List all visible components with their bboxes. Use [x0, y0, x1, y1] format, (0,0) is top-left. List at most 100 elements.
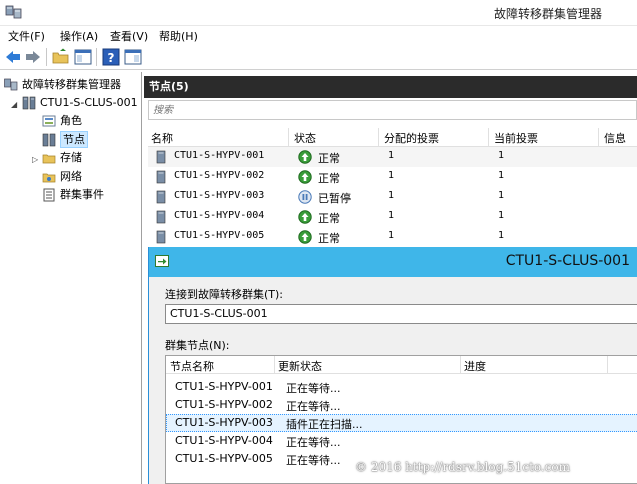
update-node-status: 正在等待... — [286, 400, 341, 413]
networks-icon — [42, 173, 56, 183]
col-info[interactable]: 信息 — [604, 130, 626, 146]
current-votes: 1 — [498, 190, 505, 201]
assigned-votes: 1 — [388, 190, 395, 201]
cluster-manager-icon — [4, 78, 18, 91]
update-node-status: 正在等待... — [286, 436, 341, 449]
storage-icon — [42, 154, 56, 164]
folder-up-icon[interactable] — [52, 48, 70, 66]
status-paused-icon — [298, 190, 312, 204]
list-item[interactable]: CTU1-S-HYPV-001 正在等待... — [166, 378, 637, 396]
node-name: CTU1-S-HYPV-001 — [174, 150, 265, 161]
update-node-name: CTU1-S-HYPV-001 — [175, 380, 273, 393]
status-up-icon — [298, 230, 312, 244]
status-up-icon — [298, 210, 312, 224]
list-item[interactable]: CTU1-S-HYPV-002 正在等待... — [166, 396, 637, 414]
update-node-name: CTU1-S-HYPV-003 — [175, 416, 273, 429]
window-title: 故障转移群集管理器 — [493, 7, 602, 21]
server-icon — [156, 230, 166, 244]
assigned-votes: 1 — [388, 150, 395, 161]
current-votes: 1 — [498, 230, 505, 241]
toolbar-separator — [46, 48, 47, 66]
cluster-update-icon — [155, 255, 169, 267]
svg-text:?: ? — [108, 51, 115, 65]
cluster-nodes-label: 群集节点(N): — [165, 339, 230, 352]
col-update-status[interactable]: 更新状态 — [278, 358, 322, 374]
nodes-grid-header: 名称 状态 分配的投票 当前投票 信息 — [148, 127, 637, 147]
node-name: CTU1-S-HYPV-003 — [174, 190, 265, 201]
help-icon[interactable]: ? — [102, 48, 120, 66]
table-row[interactable]: CTU1-S-HYPV-005 正常 1 1 — [148, 227, 637, 247]
menu-action[interactable]: 操作(A) — [60, 28, 98, 44]
menu-view[interactable]: 查看(V) — [110, 28, 148, 44]
dialog-title: CTU1-S-CLUS-001 — [505, 253, 630, 269]
column-divider[interactable] — [274, 356, 275, 374]
menu-bar: 文件(F) 操作(A) 查看(V) 帮助(H) — [0, 26, 637, 44]
table-row[interactable]: CTU1-S-HYPV-002 正常 1 1 — [148, 167, 637, 187]
server-icon — [156, 210, 166, 224]
assigned-votes: 1 — [388, 170, 395, 181]
server-icon — [156, 150, 166, 164]
menu-file[interactable]: 文件(F) — [8, 28, 45, 44]
cluster-events-icon — [43, 188, 55, 202]
table-row[interactable]: CTU1-S-HYPV-004 正常 1 1 — [148, 207, 637, 227]
update-node-name: CTU1-S-HYPV-005 — [175, 452, 273, 465]
column-divider[interactable] — [378, 128, 379, 146]
current-votes: 1 — [498, 170, 505, 181]
expanded-arrow-icon[interactable]: ◢ — [11, 100, 17, 109]
menu-help[interactable]: 帮助(H) — [159, 28, 198, 44]
back-arrow-icon[interactable] — [4, 48, 22, 66]
column-divider[interactable] — [460, 356, 461, 374]
connect-cluster-field[interactable]: CTU1-S-CLUS-001 — [165, 304, 637, 324]
node-status: 已暂停 — [318, 192, 351, 205]
update-node-status: 正在等待... — [286, 382, 341, 395]
column-divider[interactable] — [607, 356, 608, 374]
watermark: © 2016 http://rdsrv.blog.51cto.com — [355, 460, 571, 474]
status-up-icon — [298, 150, 312, 164]
collapsed-arrow-icon[interactable]: ▷ — [32, 155, 38, 164]
toolbar-separator — [96, 48, 97, 66]
col-progress[interactable]: 进度 — [464, 358, 486, 374]
column-divider[interactable] — [488, 128, 489, 146]
toolbar: ? — [0, 44, 637, 70]
search-input[interactable] — [149, 101, 636, 119]
search-box[interactable] — [148, 100, 637, 120]
assigned-votes: 1 — [388, 230, 395, 241]
cluster-nodes-list-header: 节点名称 更新状态 进度 — [166, 356, 637, 374]
node-status: 正常 — [318, 172, 340, 185]
current-votes: 1 — [498, 150, 505, 161]
list-item[interactable]: CTU1-S-HYPV-004 正在等待... — [166, 432, 637, 450]
cluster-update-dialog: CTU1-S-CLUS-001 连接到故障转移群集(T): CTU1-S-CLU… — [148, 247, 637, 484]
server-icon — [156, 190, 166, 204]
col-current-votes[interactable]: 当前投票 — [494, 130, 538, 146]
tree-item-cluster-events-label: 群集事件 — [60, 188, 104, 201]
col-name[interactable]: 名称 — [151, 130, 173, 146]
col-assigned-votes[interactable]: 分配的投票 — [384, 130, 439, 146]
node-name: CTU1-S-HYPV-005 — [174, 230, 265, 241]
node-status: 正常 — [318, 212, 340, 225]
tree-item-nodes-label: 节点 — [60, 131, 88, 148]
nodes-header: 节点(5) — [144, 76, 637, 98]
list-item-selected[interactable]: CTU1-S-HYPV-003 插件正在扫描... — [166, 414, 637, 432]
tree-item-roles-label: 角色 — [60, 114, 82, 127]
show-action-pane-icon[interactable] — [124, 48, 142, 66]
assigned-votes: 1 — [388, 210, 395, 221]
col-status[interactable]: 状态 — [294, 130, 316, 146]
update-node-status: 插件正在扫描... — [286, 418, 363, 431]
col-node-name[interactable]: 节点名称 — [170, 358, 214, 374]
server-icon — [156, 170, 166, 184]
nodes-icon — [42, 133, 56, 147]
show-hide-console-tree-icon[interactable] — [74, 48, 92, 66]
table-row[interactable]: CTU1-S-HYPV-001 正常 1 1 — [148, 147, 637, 167]
tree-root-label: 故障转移群集管理器 — [22, 78, 121, 91]
forward-arrow-icon[interactable] — [24, 48, 42, 66]
dialog-body: 连接到故障转移群集(T): CTU1-S-CLUS-001 群集节点(N): 节… — [149, 277, 637, 484]
node-status: 正常 — [318, 152, 340, 165]
column-divider[interactable] — [288, 128, 289, 146]
dialog-title-bar[interactable]: CTU1-S-CLUS-001 — [149, 247, 637, 277]
node-status: 正常 — [318, 232, 340, 245]
node-name: CTU1-S-HYPV-004 — [174, 210, 265, 221]
column-divider[interactable] — [598, 128, 599, 146]
tree-cluster-label: CTU1-S-CLUS-001 — [40, 96, 138, 109]
table-row[interactable]: CTU1-S-HYPV-003 已暂停 1 1 — [148, 187, 637, 207]
update-node-name: CTU1-S-HYPV-002 — [175, 398, 273, 411]
